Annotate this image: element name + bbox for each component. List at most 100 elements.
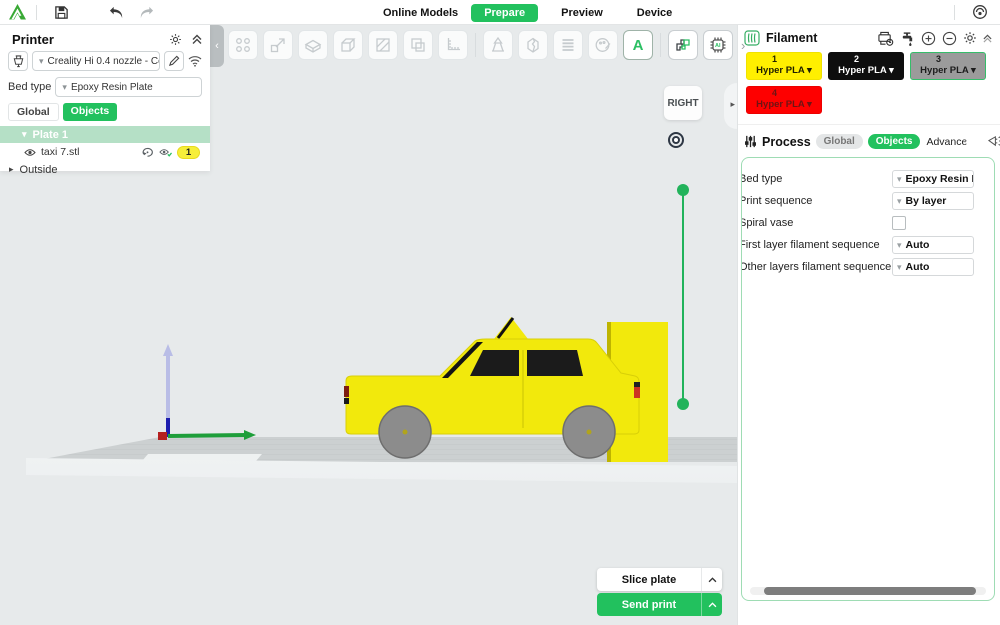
filament-assignment-badge[interactable]: 1 (177, 145, 200, 159)
filament-slot-number: 2 (854, 54, 860, 64)
filament-slot-number: 1 (772, 54, 778, 64)
caret-down-icon: ▾ (889, 64, 894, 76)
tab-online-models[interactable]: Online Models (383, 7, 458, 19)
process-sliders-icon (744, 135, 757, 148)
outside-label: Outside (19, 163, 58, 176)
add-primitive-icon[interactable] (333, 30, 363, 60)
eye-visibility-icon[interactable] (24, 148, 36, 157)
tab-global-process[interactable]: Global (815, 134, 863, 149)
slice-plate-button[interactable]: Slice plate (597, 568, 722, 591)
add-filament-icon[interactable] (921, 31, 936, 46)
wifi-icon[interactable] (188, 55, 202, 67)
rotate-reset-icon[interactable] (141, 146, 154, 158)
send-print-label: Send print (621, 598, 677, 611)
viewport-3d[interactable]: Printer ▾ Creality Hi 0.4 nozzle - Copy (0, 25, 745, 625)
tab-prepare[interactable]: Prepare (471, 3, 539, 22)
eye-badge-icon[interactable] (159, 147, 172, 158)
setting-row-bed-type: Bed type ▾ Epoxy Resin P... (742, 168, 994, 190)
measure-icon[interactable] (438, 30, 468, 60)
scale-handle-bottom[interactable] (677, 398, 689, 410)
tab-preview[interactable]: Preview (561, 7, 603, 19)
bed-type-process-select[interactable]: ▾ Epoxy Resin P... (892, 170, 974, 188)
undo-button[interactable] (106, 3, 126, 22)
setting-label: Other layers filament sequence (741, 261, 892, 273)
redo-button[interactable] (136, 3, 156, 22)
cut-icon[interactable] (518, 30, 548, 60)
scale-handle-line (682, 190, 684, 404)
right-panel-collapse-handle[interactable]: ▸ (724, 83, 737, 129)
edit-printer-pencil-icon[interactable] (164, 51, 184, 71)
spiral-vase-checkbox[interactable] (892, 216, 906, 230)
process-settings-panel: Bed type ▾ Epoxy Resin P... Print sequen… (741, 157, 995, 601)
model-taxi[interactable] (330, 310, 690, 470)
main-tabs: Online Models Prepare Preview Device (383, 0, 672, 25)
divider (660, 33, 661, 57)
printer-settings-gear-icon[interactable] (169, 33, 182, 46)
bed-type-select[interactable]: ▾ Epoxy Resin Plate (55, 77, 202, 97)
filament-settings-gear-icon[interactable] (963, 31, 977, 45)
printer-select[interactable]: ▾ Creality Hi 0.4 nozzle - Copy (32, 51, 160, 71)
top-bar: Online Models Prepare Preview Device (0, 0, 1000, 25)
filament-slot-3[interactable]: 3 Hyper PLA ▾ (910, 52, 986, 80)
left-panel-collapse-handle[interactable]: ‹ (210, 25, 224, 67)
horizontal-scrollbar-thumb[interactable] (764, 587, 976, 595)
merge-icon[interactable] (403, 30, 433, 60)
caret-down-icon: ▾ (807, 64, 812, 76)
tab-global-left[interactable]: Global (8, 103, 59, 121)
flush-faucet-icon[interactable] (900, 31, 915, 46)
lay-on-bed-icon[interactable] (298, 30, 328, 60)
ai-detect-icon[interactable]: AI (703, 30, 733, 60)
spray-icon[interactable] (987, 135, 1000, 148)
caret-down-icon: ▾ (971, 64, 976, 76)
send-options-chevron-icon[interactable] (701, 593, 722, 616)
filament-slot-2[interactable]: 2 Hyper PLA ▾ (828, 52, 904, 80)
sync-printer-icon[interactable] (877, 31, 894, 46)
printer-panel-collapse-icon[interactable] (192, 34, 202, 45)
model-file-name: taxi 7.stl (41, 146, 80, 158)
filament-slot-name: Hyper PLA ▾ (756, 64, 812, 76)
filament-header: Filament (738, 25, 1000, 49)
support-icon[interactable] (483, 30, 513, 60)
remove-filament-icon[interactable] (942, 31, 957, 46)
select-value: Auto (905, 261, 930, 273)
tab-objects-process[interactable]: Objects (867, 134, 921, 149)
tree-item-outside[interactable]: ▸ Outside (0, 161, 210, 178)
scale-handle-top[interactable] (677, 184, 689, 196)
lay-flat-icon[interactable] (368, 30, 398, 60)
user-account-icon[interactable] (972, 4, 988, 25)
paint-icon[interactable] (588, 30, 618, 60)
process-title: Process (762, 134, 811, 149)
setting-label: Bed type (741, 173, 783, 185)
seam-icon[interactable] (553, 30, 583, 60)
filament-slot-4[interactable]: 4 Hyper PLA ▾ (746, 86, 822, 114)
tree-item-plate[interactable]: ▾ Plate 1 (0, 126, 210, 143)
printer-icon[interactable] (8, 51, 28, 71)
save-button[interactable] (51, 3, 71, 22)
divider (954, 5, 955, 20)
auto-arrange-icon[interactable] (228, 30, 258, 60)
navigation-ball-icon[interactable] (668, 132, 684, 148)
creality-print-window: Online Models Prepare Preview Device Pri… (0, 0, 1000, 625)
tab-objects-left[interactable]: Objects (62, 103, 118, 121)
chevron-right-icon: ▸ (730, 99, 735, 109)
filament-collapse-icon[interactable] (983, 33, 992, 43)
slice-options-chevron-icon[interactable] (701, 568, 722, 591)
first-layer-sequence-select[interactable]: ▾ Auto (892, 236, 974, 254)
view-orientation-label[interactable]: RIGHT (664, 86, 702, 120)
filament-slot-1[interactable]: 1 Hyper PLA ▾ (746, 52, 822, 80)
split-puzzle-icon[interactable] (668, 30, 698, 60)
model-toolbar: A AI › (228, 30, 745, 60)
text-tool-icon[interactable]: A (623, 30, 653, 60)
setting-row-other-layers-sequence: Other layers filament sequence ▾ Auto (742, 256, 994, 278)
tab-device[interactable]: Device (637, 7, 672, 19)
select-value: Auto (905, 239, 930, 251)
toolbar-more-icon[interactable]: › (741, 38, 745, 53)
right-panel: Filament 1 Hyper PLA ▾ 2 Hyper PLA ▾ 3 H… (737, 25, 1000, 625)
print-sequence-select[interactable]: ▾ By layer (892, 192, 974, 210)
send-print-button[interactable]: Send print (597, 593, 722, 616)
other-layers-sequence-select[interactable]: ▾ Auto (892, 258, 974, 276)
caret-down-icon: ▾ (897, 239, 902, 250)
caret-down-icon: ▾ (897, 173, 902, 184)
tree-item-model[interactable]: taxi 7.stl 1 (0, 143, 210, 161)
scale-icon[interactable] (263, 30, 293, 60)
